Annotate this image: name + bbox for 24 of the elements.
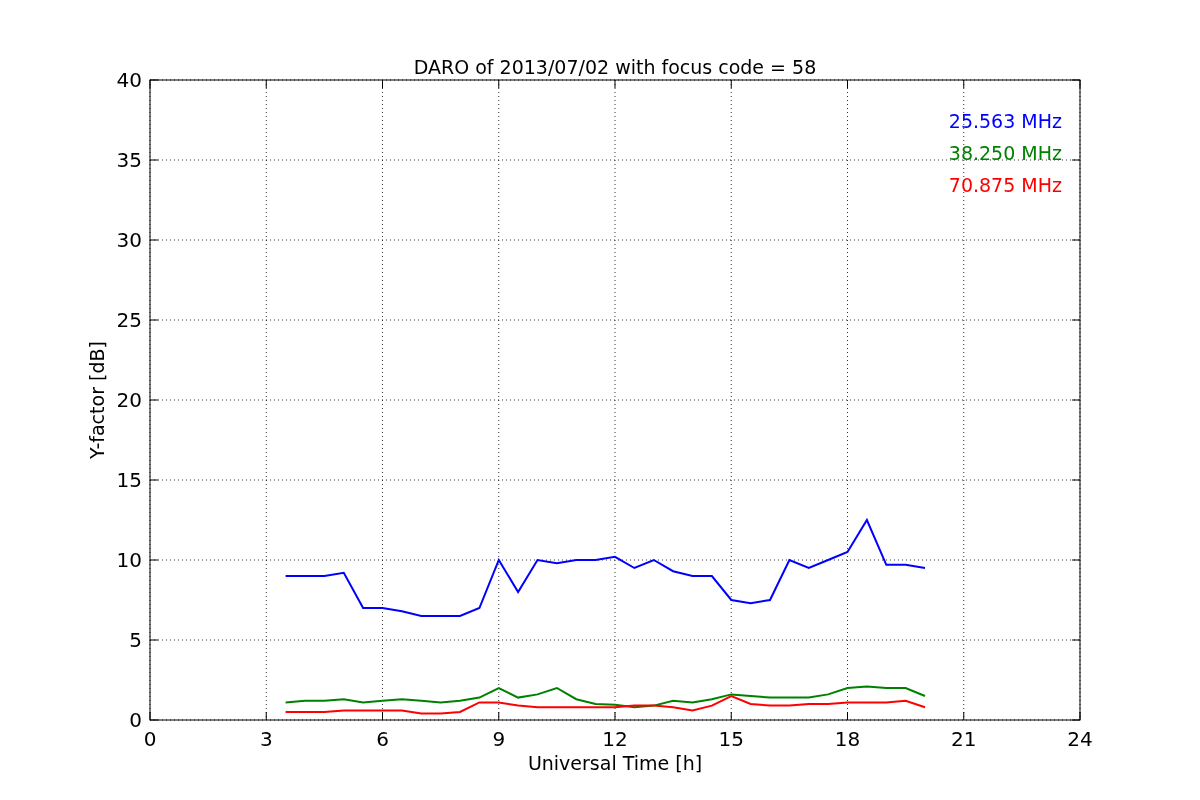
tick-label: 18 (834, 727, 861, 751)
tick-label: 0 (143, 727, 157, 751)
y-axis-label: Y-factor [dB] (86, 341, 108, 459)
tick-label: 20 (116, 388, 142, 412)
tick-label: 3 (259, 727, 273, 751)
x-axis-label: Universal Time [h] (527, 752, 703, 774)
tick-label: 12 (602, 727, 628, 751)
tick-label: 9 (492, 727, 506, 751)
chart-title: DARO of 2013/07/02 with focus code = 58 (413, 56, 817, 78)
tick-label: 5 (129, 628, 142, 652)
legend-label: 70.875 MHz (948, 174, 1062, 196)
tick-label: 21 (951, 727, 977, 751)
tick-label: 0 (129, 708, 142, 732)
tick-label: 15 (718, 727, 744, 751)
legend-label: 38.250 MHz (948, 142, 1062, 164)
tick-label: 30 (116, 228, 142, 252)
legend-label: 25.563 MHz (948, 110, 1062, 132)
tick-label: 35 (116, 148, 142, 172)
tick-label: 40 (116, 68, 142, 92)
tick-label: 25 (116, 308, 142, 332)
tick-label: 6 (376, 727, 389, 751)
tick-label: 24 (1067, 727, 1093, 751)
tick-label: 15 (116, 468, 142, 492)
tick-label: 10 (116, 548, 142, 572)
